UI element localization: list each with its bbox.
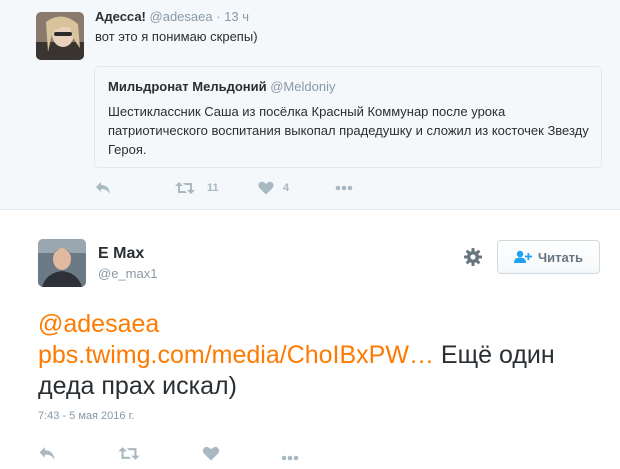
media-link[interactable]: pbs.twimg.com/media/ChoIBxPW… (38, 341, 434, 369)
quoted-header: Мильдронат Мельдоний @Meldoniy (108, 79, 335, 94)
mention-link[interactable]: @adesaea (38, 310, 159, 338)
author-handle[interactable]: @e_max1 (98, 266, 157, 281)
tweet-text: @adesaea pbs.twimg.com/media/ChoIBxPW… Е… (38, 309, 608, 402)
author-name[interactable]: Адесса! (95, 9, 146, 24)
like-count: 4 (283, 182, 290, 194)
follow-label: Читать (537, 249, 584, 265)
tweet-actions: 11 4 (95, 180, 375, 196)
tweet-header: Адесса! @adesaea · 13 ч (95, 9, 249, 24)
author-handle[interactable]: @adesaea (150, 9, 213, 24)
retweet-button[interactable] (118, 445, 140, 461)
more-button[interactable] (280, 450, 300, 466)
reply-icon (96, 182, 110, 194)
tweet-time[interactable]: 13 ч (224, 9, 249, 24)
tweet-text: вот это я понимаю скрепы) (95, 29, 258, 44)
like-button[interactable] (202, 445, 220, 461)
more-button[interactable] (335, 180, 353, 196)
parent-tweet: Адесса! @adesaea · 13 ч вот это я понима… (0, 0, 620, 210)
heart-icon (202, 446, 220, 460)
retweet-button[interactable]: 11 (175, 180, 219, 196)
add-user-icon (513, 250, 532, 263)
retweet-icon (175, 182, 195, 194)
settings-button[interactable] (464, 248, 482, 271)
retweet-count: 11 (207, 182, 219, 194)
tweet-timestamp[interactable]: 7:43 - 5 мая 2016 г. (38, 410, 134, 422)
quoted-tweet[interactable]: Мильдронат Мельдоний @Meldoniy Шестиклас… (94, 66, 602, 168)
main-tweet: E Max @e_max1 Читать @adesaea pbs.twimg.… (0, 211, 620, 469)
follow-button[interactable]: Читать (497, 240, 600, 274)
retweet-icon (118, 446, 140, 460)
gear-icon (464, 248, 482, 266)
more-icon (281, 455, 299, 461)
avatar[interactable] (38, 239, 86, 287)
author-name[interactable]: E Max (98, 245, 144, 263)
reply-button[interactable] (95, 180, 111, 196)
more-icon (335, 185, 353, 191)
separator-dot: · (216, 9, 221, 24)
avatar-photo (36, 12, 84, 60)
quoted-text: Шестиклассник Саша из посёлка Красный Ко… (108, 104, 589, 157)
like-button[interactable]: 4 (258, 180, 289, 196)
quoted-author-handle: @Meldoniy (270, 79, 336, 94)
tweet-actions (38, 444, 338, 462)
avatar[interactable] (36, 12, 84, 60)
reply-button[interactable] (38, 445, 56, 461)
heart-icon (258, 181, 274, 195)
reply-icon (39, 446, 55, 460)
avatar-photo (38, 239, 86, 287)
quoted-author-name: Мильдронат Мельдоний (108, 79, 267, 94)
